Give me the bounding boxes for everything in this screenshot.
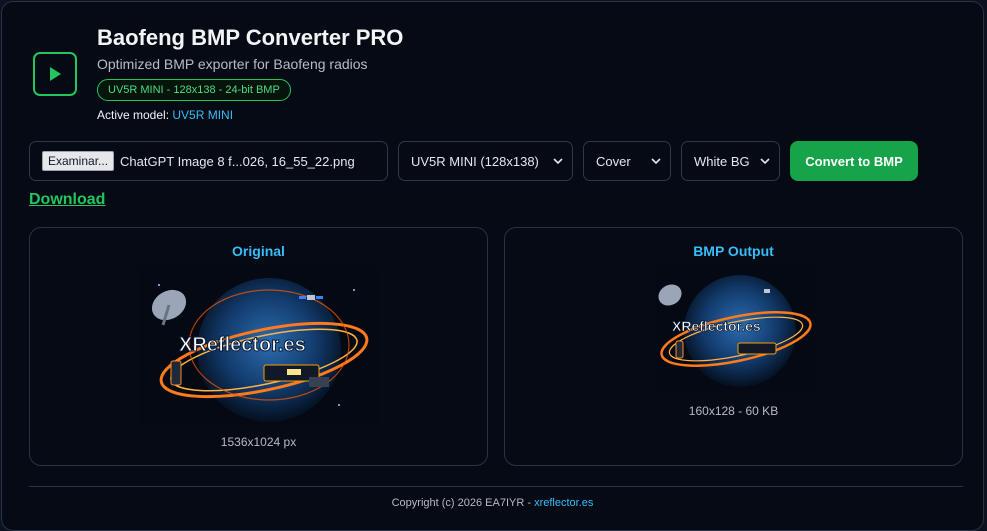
app-subtitle: Optimized BMP exporter for Baofeng radio… xyxy=(97,56,368,72)
footer-link[interactable]: xreflector.es xyxy=(534,497,593,509)
play-icon xyxy=(50,67,61,81)
convert-button[interactable]: Convert to BMP xyxy=(790,141,918,181)
output-panel: BMP Output XReflector.es 160x128 - 60 KB xyxy=(504,227,963,466)
output-image: XReflector.es xyxy=(654,265,814,393)
model-select-value: UV5R MINI (128x138) xyxy=(411,153,539,169)
file-input[interactable]: Examinar... ChatGPT Image 8 f...026, 16_… xyxy=(29,141,388,181)
app-container: Baofeng BMP Converter PRO Optimized BMP … xyxy=(1,1,984,531)
logo xyxy=(33,52,77,96)
original-panel: Original XReflector.es 1536x1024 px xyxy=(29,227,488,466)
model-select[interactable]: UV5R MINI (128x138) xyxy=(398,141,573,181)
active-model: Active model: UV5R MINI xyxy=(97,108,233,122)
model-badge: UV5R MINI - 128x138 - 24-bit BMP xyxy=(97,79,291,101)
original-caption: 1536x1024 px xyxy=(220,435,297,449)
output-title: BMP Output xyxy=(693,243,774,259)
background-select[interactable]: White BG xyxy=(681,141,780,181)
footer: Copyright (c) 2026 EA7IYR - xreflector.e… xyxy=(2,497,983,509)
original-logo-text: XReflector.es xyxy=(179,334,306,356)
chevron-down-icon xyxy=(760,158,770,165)
chevron-down-icon xyxy=(553,158,563,165)
copyright-text: Copyright (c) 2026 EA7IYR - xyxy=(391,497,535,509)
fit-mode-value: Cover xyxy=(596,153,631,169)
file-name: ChatGPT Image 8 f...026, 16_55_22.png xyxy=(120,153,355,169)
active-model-value: UV5R MINI xyxy=(172,108,234,122)
app-title: Baofeng BMP Converter PRO xyxy=(97,25,404,50)
output-logo-text: XReflector.es xyxy=(672,318,761,334)
output-caption: 160x128 - 60 KB xyxy=(688,404,779,418)
fit-mode-select[interactable]: Cover xyxy=(583,141,671,181)
active-model-label: Active model: xyxy=(97,108,170,122)
original-image: XReflector.es xyxy=(139,265,379,425)
chevron-down-icon xyxy=(651,158,661,165)
background-value: White BG xyxy=(694,153,750,169)
download-link[interactable]: Download xyxy=(29,191,105,209)
original-title: Original xyxy=(232,243,285,259)
footer-divider xyxy=(29,486,963,487)
browse-button[interactable]: Examinar... xyxy=(42,151,115,171)
